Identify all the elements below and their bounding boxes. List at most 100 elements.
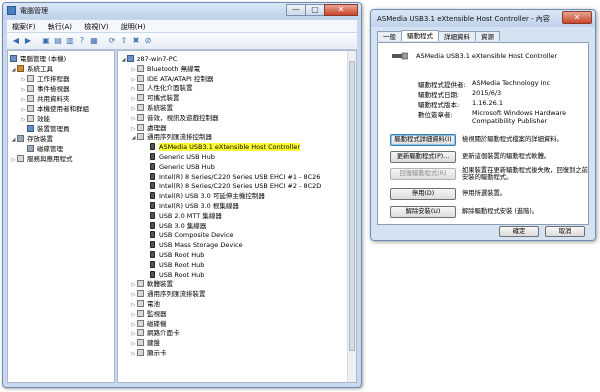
device-category[interactable]: ▷ 顯示卡 (130, 348, 167, 358)
device-category-icon (137, 329, 144, 337)
provider-value: ASMedia Technology Inc (472, 79, 551, 87)
device-category-icon (137, 84, 144, 92)
scrollbar-thumb[interactable] (349, 61, 355, 351)
menu-file[interactable]: 檔案(F) (7, 20, 41, 32)
device-category-icon (137, 64, 144, 72)
view-icon[interactable]: ▤ (53, 36, 63, 46)
device-category-icon (137, 309, 144, 317)
device-category[interactable]: ▷ 電池 (130, 299, 160, 309)
back-icon[interactable]: ◀ (11, 36, 21, 46)
date-label: 驅動程式日期: (418, 91, 460, 99)
forward-icon[interactable]: ▶ (23, 36, 33, 46)
update-driver-button[interactable]: 更新驅動程式(P)... (390, 151, 456, 163)
disable-button[interactable]: 停用(D) (390, 188, 456, 200)
cancel-button[interactable]: 取消 (545, 226, 585, 237)
usb-device-item[interactable]: USB 3.0 集線器 (142, 221, 206, 231)
tree-storage[interactable]: ◢ 存放裝置 (10, 134, 53, 144)
device-category[interactable]: ▷ 可攜式裝置 (130, 93, 180, 103)
expand-icon[interactable]: ▷ (130, 349, 137, 359)
device-category[interactable]: ▷ 監視器 (130, 309, 167, 319)
tab-driver[interactable]: 驅動程式 (401, 30, 439, 41)
tree-local-users[interactable]: ▷ 本機使用者和群組 (20, 104, 89, 114)
tab-resources[interactable]: 資源 (475, 31, 500, 41)
expand-icon[interactable]: ▷ (10, 155, 17, 165)
uninstall-button[interactable]: 解除安裝(U) (390, 206, 456, 218)
usb-device-item[interactable]: Generic USB Hub (142, 152, 215, 162)
properties-icon[interactable]: ▥ (65, 36, 75, 46)
dialog-close-button[interactable]: ✕ (562, 11, 592, 24)
device-tree-root[interactable]: ◢ z87-win7-PC (120, 54, 177, 64)
tree-computer-management[interactable]: 電腦管理 (本機) (10, 54, 66, 64)
device-category[interactable]: ▷ IDE ATA/ATAPI 控制器 (130, 74, 213, 84)
usb-device-item[interactable]: Intel(R) USB 3.0 可延伸主機控制器 (142, 191, 265, 201)
menu-help[interactable]: 說明(H) (116, 20, 151, 32)
dialog-title: ASMedia USB3.1 eXtensible Host Controlle… (377, 15, 550, 23)
device-category[interactable]: ▷ 音效，視訊及遊戲控制器 (130, 113, 219, 123)
device-category[interactable]: ▷ 軟體裝置 (130, 279, 173, 289)
device-category[interactable]: ▷ 處理器 (130, 123, 167, 133)
usb-device-item[interactable]: ASMedia USB3.1 eXtensible Host Controlle… (142, 142, 301, 152)
navigation-tree: 電腦管理 (本機) ◢ 系統工具 ▷ 工作排程器 ▷ 事件檢視器 ▷ 共用資料夾 ▷ 本機… (7, 50, 115, 383)
ok-button[interactable]: 確定 (499, 226, 539, 237)
tree-shared-folders[interactable]: ▷ 共用資料夾 (20, 94, 70, 104)
usb-device-item[interactable]: USB Root Hub (142, 250, 204, 260)
scan-icon[interactable]: ⟳ (107, 36, 117, 46)
device-category[interactable]: ▷ 磁碟機 (130, 319, 167, 329)
services-icon (17, 155, 24, 162)
device-category[interactable]: ▷ 人性化介面裝置 (130, 83, 193, 93)
device-category[interactable]: ▷ Bluetooth 無線電 (130, 64, 200, 74)
usb-device-item[interactable]: USB Root Hub (142, 270, 204, 280)
collapse-icon[interactable]: ◢ (120, 55, 127, 65)
vertical-scrollbar[interactable] (347, 51, 356, 382)
rollback-driver-button[interactable]: 回復驅動程式(R) (390, 168, 456, 180)
minimize-button[interactable]: — (286, 4, 306, 16)
main-titlebar[interactable]: 電腦管理 — ▢ ✕ (3, 3, 361, 19)
maximize-button[interactable]: ▢ (305, 4, 325, 16)
disable-icon[interactable]: ⊘ (143, 36, 153, 46)
usb-device-item[interactable]: Intel(R) USB 3.0 根集線器 (142, 201, 239, 211)
tree-task-scheduler[interactable]: ▷ 工作排程器 (20, 74, 70, 84)
dialog-titlebar[interactable]: ASMedia USB3.1 eXtensible Host Controlle… (371, 10, 595, 27)
tree-disk-management[interactable]: 磁碟管理 (20, 144, 63, 154)
device-category[interactable]: ▷ 鍵盤 (130, 338, 160, 348)
help-icon[interactable]: ? (77, 36, 87, 46)
device-category-icon (137, 290, 144, 298)
device-properties-dialog: ASMedia USB3.1 eXtensible Host Controlle… (370, 9, 596, 241)
device-name: ASMedia USB3.1 eXtensible Host Controlle… (416, 52, 558, 60)
device-category[interactable]: ▷ 網路介面卡 (130, 328, 180, 338)
menu-view[interactable]: 檢視(V) (79, 20, 113, 32)
driver-details-button[interactable]: 驅動程式詳細資料(I) (390, 134, 456, 146)
computer-management-window: 電腦管理 — ▢ ✕ 檔案(F) 執行(A) 檢視(V) 說明(H) ◀ ▶ ▣… (2, 2, 362, 388)
computer-icon (127, 55, 134, 62)
uninstall-icon[interactable]: ✖ (131, 36, 141, 46)
device-category[interactable]: ▷ 通用序列匯流排裝置 (130, 289, 206, 299)
collapse-icon[interactable]: ◢ (10, 135, 17, 145)
usb-controller-icon (150, 202, 155, 209)
menu-action[interactable]: 執行(A) (43, 20, 77, 32)
driver-tab-panel: ASMedia USB3.1 eXtensible Host Controlle… (377, 42, 589, 225)
usb-device-item[interactable]: USB 2.0 MTT 集線器 (142, 211, 222, 221)
refresh-icon[interactable]: ▦ (89, 36, 99, 46)
tree-event-viewer[interactable]: ▷ 事件檢視器 (20, 84, 70, 94)
tree-system-tools[interactable]: ◢ 系統工具 (10, 64, 53, 74)
device-category[interactable]: ▷ 系統裝置 (130, 103, 173, 113)
usb-device-item[interactable]: Generic USB Hub (142, 162, 215, 172)
tree-performance[interactable]: ▷ 效能 (20, 114, 50, 124)
collapse-icon[interactable]: ◢ (130, 133, 137, 143)
usb-device-item[interactable]: Intel(R) 8 Series/C220 Series USB EHCI #… (142, 181, 321, 191)
usb-device-item[interactable]: USB Mass Storage Device (142, 240, 243, 250)
tree-device-manager[interactable]: 裝置管理員 (20, 124, 70, 134)
collapse-icon[interactable]: ◢ (10, 65, 17, 75)
usb-device-item[interactable]: USB Composite Device (142, 230, 233, 240)
usb-device-item[interactable]: Intel(R) 8 Series/C220 Series USB EHCI #… (142, 172, 320, 182)
tree-services-apps[interactable]: ▷ 服務與應用程式 (10, 154, 73, 164)
usb-device-item[interactable]: USB Root Hub (142, 260, 204, 270)
tab-details[interactable]: 詳細資料 (438, 31, 476, 41)
update-driver-icon[interactable]: ⇧ (119, 36, 129, 46)
disk-icon (27, 145, 34, 152)
tab-general[interactable]: 一般 (377, 31, 402, 41)
up-icon[interactable]: ▣ (41, 36, 51, 46)
device-category[interactable]: ◢ 通用序列匯流排控制器 (130, 132, 212, 142)
close-button[interactable]: ✕ (324, 4, 358, 16)
signer-label: 數位簽章者: (418, 111, 453, 119)
